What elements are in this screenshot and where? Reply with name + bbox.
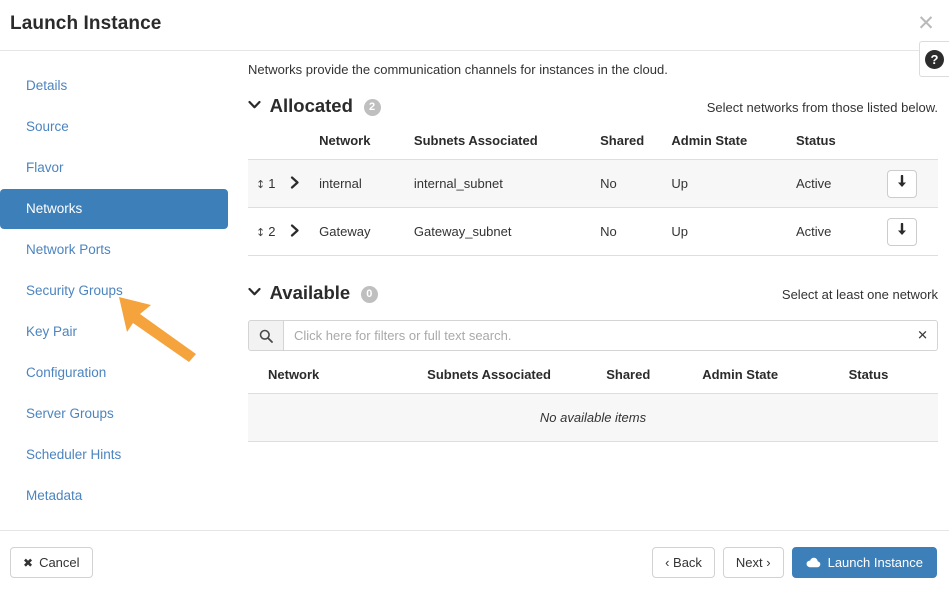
cell-status: Active [795,159,887,208]
intro-text: Networks provide the communication chann… [248,62,668,77]
deallocate-network-button[interactable] [886,217,917,246]
arrow-down-icon [896,222,908,240]
search-input[interactable] [284,321,937,350]
cancel-button[interactable]: ✖ Cancel [10,547,93,578]
empty-state-message: No available items [248,393,938,442]
cell-shared: No [600,207,672,256]
clear-icon[interactable]: ✕ [917,329,928,342]
close-icon[interactable]: ✕ [915,12,937,34]
footer-actions: ‹ Back Next › Launch Instance [652,547,937,578]
row-order: 1 [268,176,276,191]
sidebar-item-server-groups[interactable]: Server Groups [0,394,228,434]
allocated-count-badge: 2 [363,98,381,116]
column-header-order [248,133,290,160]
table-row[interactable]: ↕ 1 internal internal_subnet No Up Active [248,159,938,208]
deallocate-network-button[interactable] [886,169,917,198]
empty-state-row: No available items [248,393,938,442]
available-section-header: Available 0 Select at least one network [248,282,938,306]
available-table: Network Subnets Associated Shared Admin … [248,367,938,442]
cancel-button-label: Cancel [39,555,80,570]
chevron-right-icon[interactable] [290,223,304,237]
sidebar-item-scheduler-hints[interactable]: Scheduler Hints [0,435,228,475]
modal-header: Launch Instance [0,0,949,51]
chevron-down-icon[interactable] [248,285,261,298]
column-header-status: Status [848,367,889,382]
wizard-sidebar: Details Source Flavor Networks Network P… [0,66,228,517]
modal-footer: ✖ Cancel ‹ Back Next › Launch Instance [0,530,949,592]
cell-shared: No [600,159,672,208]
column-header-expand [290,133,320,160]
column-header-status: Status [795,133,836,148]
back-button[interactable]: ‹ Back [652,547,715,578]
sidebar-item-key-pair[interactable]: Key Pair [0,312,228,352]
chevron-right-icon[interactable] [290,175,304,189]
available-count-badge: 0 [360,285,378,303]
column-header-network: Network [319,133,371,148]
page-title: Launch Instance [10,13,162,34]
drag-handle-icon[interactable]: ↕ [256,178,265,191]
column-header-actions [887,133,938,160]
cell-status: Active [795,207,887,256]
allocated-title: Allocated [269,95,353,116]
sidebar-item-networks[interactable]: Networks [0,189,228,229]
launch-instance-label: Launch Instance [827,555,923,570]
column-header-network: Network [268,367,320,382]
sidebar-item-security-groups[interactable]: Security Groups [0,271,228,311]
launch-instance-button[interactable]: Launch Instance [791,547,937,578]
sidebar-item-configuration[interactable]: Configuration [0,353,228,393]
close-x-icon: ✖ [23,555,34,570]
search-bar: ✕ [248,320,938,351]
cell-subnets: Gateway_subnet [413,207,601,256]
main-panel: Networks provide the communication chann… [248,62,938,442]
arrow-down-icon [896,174,908,192]
cell-network: Gateway [319,207,414,256]
table-row[interactable]: ↕ 2 Gateway Gateway_subnet No Up Active [248,207,938,256]
available-hint: Select at least one network [781,287,938,302]
allocated-table-header-row: Network Subnets Associated Shared Admin … [248,133,938,160]
column-header-shared: Shared [606,367,651,382]
search-icon[interactable] [248,320,284,351]
sidebar-item-details[interactable]: Details [0,66,228,106]
sidebar-item-flavor[interactable]: Flavor [0,148,228,188]
chevron-down-icon[interactable] [248,98,261,111]
column-header-shared: Shared [600,133,645,148]
allocated-hint: Select networks from those listed below. [706,100,938,115]
cell-subnets: internal_subnet [413,159,601,208]
cell-admin-state: Up [671,207,796,256]
available-table-header-row: Network Subnets Associated Shared Admin … [248,367,938,394]
next-button[interactable]: Next › [722,547,784,578]
cell-admin-state: Up [671,159,796,208]
sidebar-item-network-ports[interactable]: Network Ports [0,230,228,270]
allocated-section-header: Allocated 2 Select networks from those l… [248,95,938,119]
drag-handle-icon[interactable]: ↕ [256,226,265,239]
allocated-table: Network Subnets Associated Shared Admin … [248,133,938,256]
row-order: 2 [268,224,276,239]
column-header-admin-state: Admin State [671,133,748,148]
search-input-wrapper: ✕ [284,320,938,351]
sidebar-item-source[interactable]: Source [0,107,228,147]
column-header-admin-state: Admin State [702,367,779,382]
cell-network: internal [319,159,414,208]
column-header-subnets: Subnets Associated [413,133,538,148]
sidebar-item-metadata[interactable]: Metadata [0,476,228,516]
column-header-subnets: Subnets Associated [427,367,551,382]
available-title: Available [269,282,351,303]
cloud-upload-icon [806,556,821,569]
